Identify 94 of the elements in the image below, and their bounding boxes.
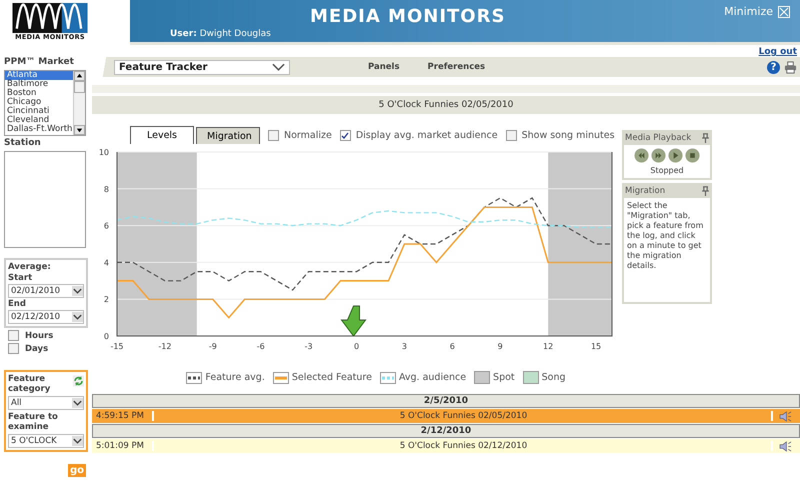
station-listbox[interactable] xyxy=(4,151,86,248)
title-band: 5 O'Clock Funnies 02/05/2010 xyxy=(92,96,800,114)
start-date-field[interactable]: 02/01/2010 xyxy=(8,284,84,298)
option-label: Display avg. market audience xyxy=(356,130,498,141)
x-tick-label: -3 xyxy=(304,342,313,351)
end-date-field[interactable]: 02/12/2010 xyxy=(8,310,84,324)
pin-icon[interactable] xyxy=(702,186,709,196)
playback-status: Stopped xyxy=(649,166,685,175)
close-icon[interactable] xyxy=(778,6,790,18)
x-tick-label: -12 xyxy=(158,342,172,351)
x-tick-label: -15 xyxy=(110,342,124,351)
x-tick-label: 12 xyxy=(543,342,554,351)
printer-icon[interactable] xyxy=(784,60,797,74)
market-item[interactable]: Cleveland xyxy=(5,116,73,125)
checkbox[interactable] xyxy=(340,130,351,141)
arrow-marker-icon xyxy=(340,306,367,337)
option-label: Normalize xyxy=(284,130,332,141)
legend-label: Selected Feature xyxy=(292,372,372,383)
legend-label: Avg. audience xyxy=(398,372,466,383)
chevron-icon[interactable] xyxy=(72,436,83,446)
market-item[interactable]: Boston xyxy=(5,89,73,98)
legend-label: Feature avg. xyxy=(205,372,265,383)
option-label: Show song minutes xyxy=(522,130,615,141)
start-label: Start xyxy=(8,273,34,283)
speaker-icon[interactable] xyxy=(779,440,792,452)
checkbox[interactable] xyxy=(506,130,517,141)
speaker-icon[interactable] xyxy=(779,410,792,422)
station-label: Station xyxy=(4,138,41,148)
date-header: 2/12/2010 xyxy=(92,424,800,438)
y-tick-label: 4 xyxy=(104,258,109,268)
x-tick-label: 6 xyxy=(450,342,455,351)
x-tick-label: -6 xyxy=(256,342,265,351)
chevron-icon[interactable] xyxy=(272,63,285,71)
chevron-icon[interactable] xyxy=(72,286,83,296)
app-title: MEDIA MONITORS xyxy=(310,6,506,27)
checkbox[interactable] xyxy=(8,330,19,341)
help-button[interactable]: ? xyxy=(767,60,780,74)
view-dropdown[interactable]: Feature Tracker xyxy=(114,60,290,74)
checkbox[interactable] xyxy=(8,343,19,354)
log-title: 5 O'Clock Funnies 02/12/2010 xyxy=(156,441,773,451)
y-tick-label: 6 xyxy=(104,222,109,231)
market-item[interactable]: Baltimore xyxy=(5,80,73,89)
market-label: PPM™ Market xyxy=(4,57,74,67)
legend-label: Spot xyxy=(493,372,515,383)
user-name: Dwight Douglas xyxy=(200,29,271,39)
logout-link[interactable]: Log out xyxy=(758,47,797,57)
y-tick-label: 0 xyxy=(104,332,109,341)
y-tick-label: 10 xyxy=(98,148,109,157)
option-label: Days xyxy=(25,344,48,354)
logo-wave-icon xyxy=(11,3,89,33)
panel-title: Migration xyxy=(625,186,666,196)
x-tick-label: 15 xyxy=(590,342,602,351)
y-tick-label: 8 xyxy=(104,184,109,194)
x-tick-label: 3 xyxy=(402,342,407,351)
migration-instructions: Select the "Migration" tab, pick a feature from the log, and click on a minute to get the migration details. xyxy=(624,198,710,302)
market-item[interactable]: Cincinnati xyxy=(5,107,73,116)
fast-forward-icon[interactable] xyxy=(651,148,666,163)
log-row[interactable]: 4:59:15 PM 5 O'Clock Funnies 02/05/2010 xyxy=(92,409,800,423)
menu-item[interactable]: Panels xyxy=(368,62,400,72)
tab[interactable]: Migration xyxy=(196,127,260,144)
feature-category-label: Feature category xyxy=(8,374,52,394)
user-label: User: xyxy=(170,29,197,39)
log-time: 4:59:15 PM xyxy=(92,411,154,421)
y-tick-label: 2 xyxy=(104,295,109,304)
option-label: Hours xyxy=(25,330,54,340)
log-row[interactable]: 5:01:09 PM 5 O'Clock Funnies 02/12/2010 xyxy=(92,439,800,453)
chevron-icon[interactable] xyxy=(72,312,83,322)
pin-icon[interactable] xyxy=(702,133,709,143)
log-title: 5 O'Clock Funnies 02/05/2010 xyxy=(156,411,773,421)
feature-dropdown[interactable]: 5 O'CLOCK xyxy=(8,434,84,448)
market-item[interactable]: Dallas-Ft.Worth xyxy=(5,125,73,134)
menu-item[interactable]: Preferences xyxy=(428,62,486,72)
chevron-icon[interactable] xyxy=(72,398,83,408)
date-header: 2/5/2010 xyxy=(92,394,800,408)
x-tick-label: -9 xyxy=(208,342,217,351)
stop-icon[interactable] xyxy=(685,148,700,163)
end-label: End xyxy=(8,299,27,309)
legend-label: Song xyxy=(542,372,566,383)
market-item[interactable]: Chicago xyxy=(5,98,73,107)
rewind-icon[interactable] xyxy=(634,148,649,163)
play-icon[interactable] xyxy=(668,148,683,163)
tab[interactable]: Levels xyxy=(130,126,194,144)
x-tick-label: 9 xyxy=(498,342,503,351)
feature-examine-label: Feature to examine xyxy=(8,412,59,432)
log-time: 5:01:09 PM xyxy=(92,441,154,451)
panel-title: Media Playback xyxy=(625,133,692,143)
average-label: Average: xyxy=(8,262,52,272)
category-dropdown[interactable]: All xyxy=(8,396,84,410)
scroll-up-icon[interactable] xyxy=(74,71,85,81)
scroll-down-icon[interactable] xyxy=(74,125,85,135)
checkbox[interactable] xyxy=(268,130,279,141)
scrollbar[interactable] xyxy=(73,71,85,135)
x-tick-label: 0 xyxy=(354,342,360,351)
refresh-icon[interactable] xyxy=(72,374,84,388)
